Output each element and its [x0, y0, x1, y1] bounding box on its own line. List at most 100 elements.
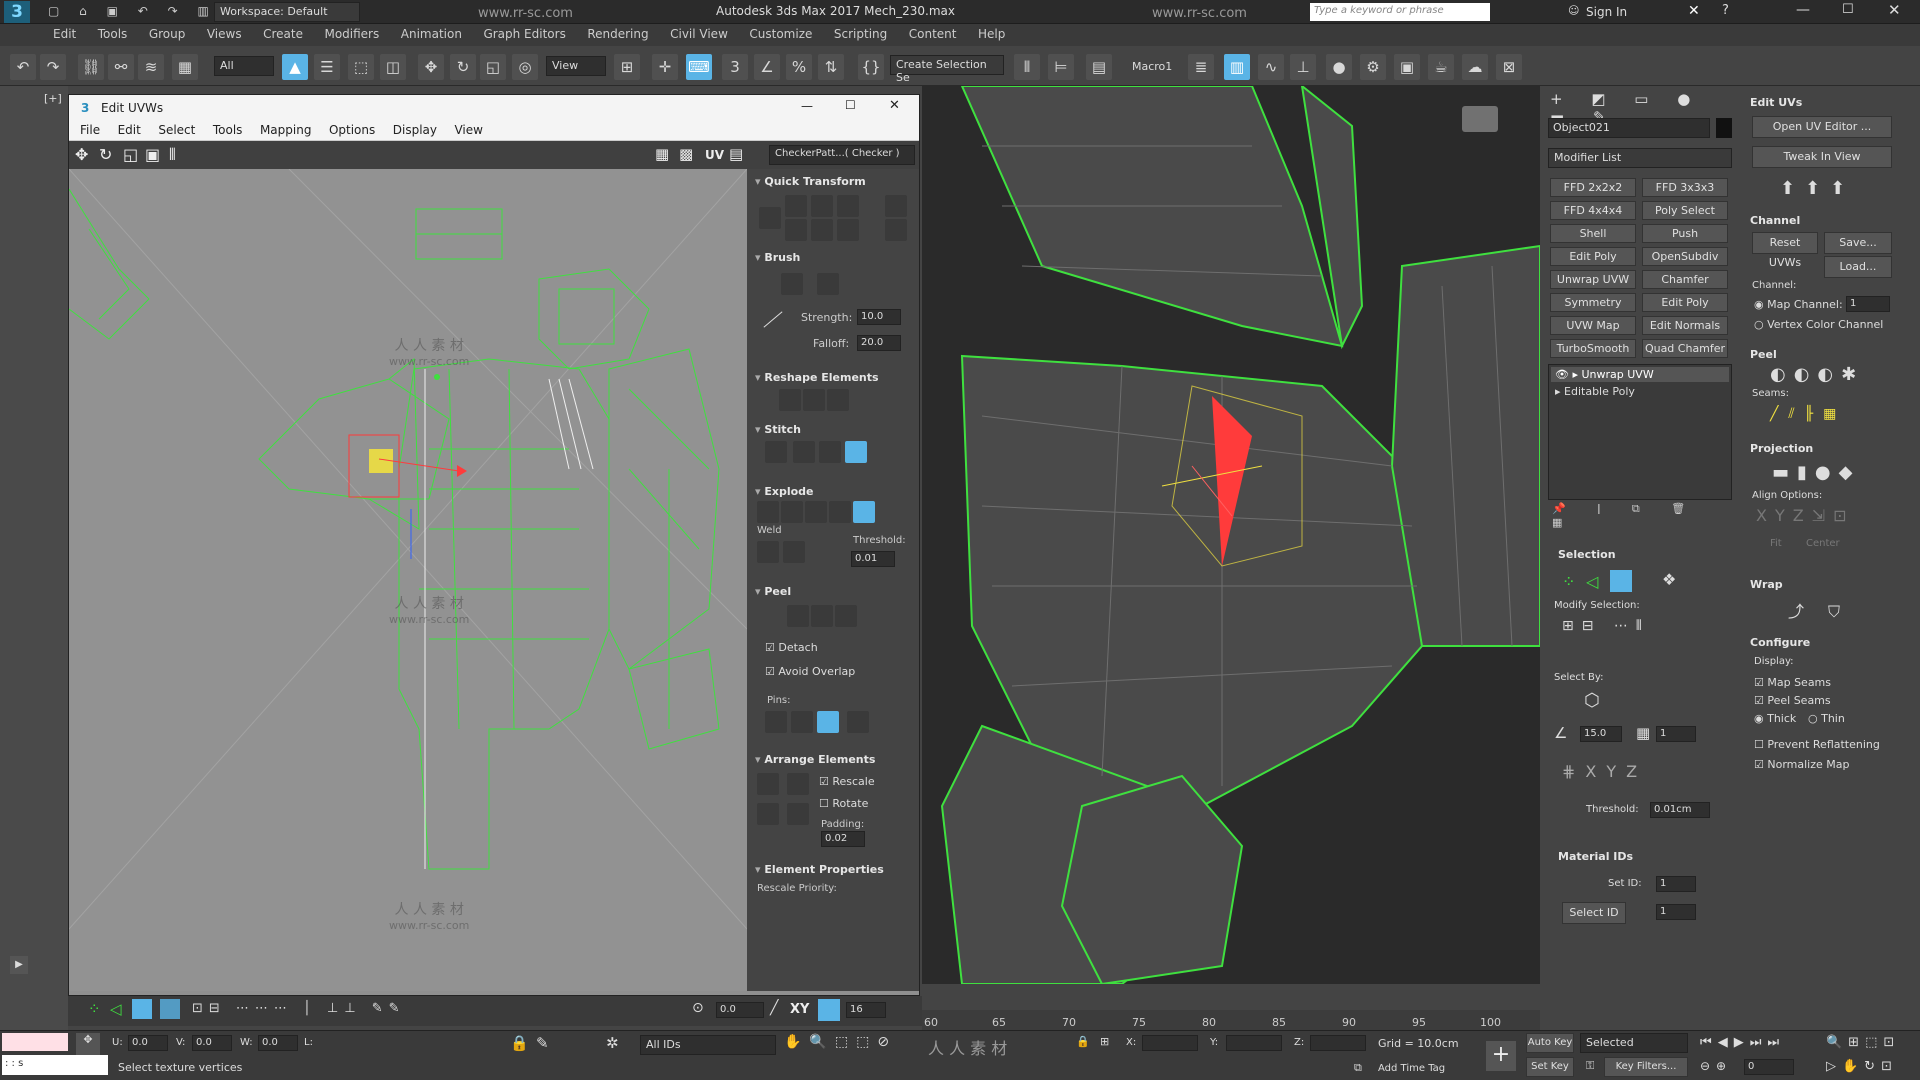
straighten-icon[interactable] [779, 389, 801, 411]
uv-close-button[interactable]: ✕ [889, 98, 900, 113]
material-ids-header[interactable]: Material IDs [1558, 850, 1633, 863]
modifier-list-dropdown[interactable]: Modifier List [1548, 148, 1732, 168]
uv-canvas[interactable]: 人 人 素 材 www.rr-sc.com 人 人 素 材 www.rr-sc.co… [69, 169, 747, 991]
align-horizontal-icon[interactable] [785, 195, 807, 217]
threshold-spinner-2[interactable]: 0.01cm [1650, 802, 1710, 818]
scene-explorer-icon[interactable]: ▤ [1086, 54, 1112, 80]
peel-header[interactable]: Peel [755, 585, 791, 598]
bind-spacewarp-icon[interactable]: ≋ [138, 54, 164, 80]
modifier-edit-normals-button[interactable]: Edit Normals [1642, 316, 1728, 335]
current-frame-spinner[interactable]: 0 [1744, 1059, 1794, 1075]
uv-mirror-icon[interactable]: ⫴ [169, 145, 176, 165]
break-icon[interactable] [757, 501, 779, 523]
viewcube-icon[interactable] [1462, 106, 1498, 132]
absolute-mode-icon[interactable]: ⊞ [1100, 1035, 1109, 1048]
xy-toggle[interactable]: XY [790, 1002, 809, 1017]
render-online-icon[interactable]: ☁ [1462, 54, 1488, 80]
key-mode-icon[interactable]: ⚿ [1586, 1059, 1594, 1073]
uv-value-spinner[interactable]: 0.0 [716, 1002, 764, 1018]
app-logo[interactable]: 3 [4, 1, 30, 23]
peel-seams-checkbox[interactable]: ☑ Peel Seams [1754, 694, 1831, 707]
padding-spinner[interactable]: 0.02 [821, 831, 865, 847]
set-id-spinner[interactable]: 1 [1656, 876, 1696, 892]
viewport-nav-icons-2[interactable]: ▷✋↻⊡ [1826, 1059, 1898, 1074]
uv-menu-view[interactable]: View [447, 121, 489, 139]
select-object-icon[interactable]: ▲ [282, 54, 308, 80]
uv-maximize-button[interactable]: ☐ [845, 98, 856, 112]
search-input[interactable]: Type a keyword or phrase [1310, 3, 1490, 21]
key-filters-button[interactable]: Key Filters... [1604, 1057, 1688, 1077]
layer-explorer-icon[interactable]: ≣ [1188, 54, 1214, 80]
add-key-icon[interactable]: + [1486, 1041, 1516, 1071]
rotate-icon[interactable]: ↻ [450, 54, 476, 80]
rotate-ccw-icon[interactable] [837, 219, 859, 241]
uv-menu-file[interactable]: File [73, 121, 107, 139]
modifier-edit-poly-button-2[interactable]: Edit Poly [1642, 293, 1728, 312]
fit-button[interactable]: Fit [1770, 538, 1782, 549]
align-axis-icons[interactable]: XYZ⇲⊡ [1756, 506, 1855, 525]
object-name-field[interactable]: Object021 [1548, 118, 1710, 138]
maximize-button[interactable]: ☐ [1842, 2, 1854, 17]
pack-normalize-icon[interactable] [787, 773, 809, 795]
flatten-by-smoothing-icon[interactable] [805, 501, 827, 523]
key-step-icons[interactable]: ⊖⊕ [1700, 1059, 1732, 1073]
stitch-header[interactable]: Stitch [755, 423, 801, 436]
pack-together-icon[interactable] [757, 803, 779, 825]
align-left-icon[interactable] [759, 207, 781, 229]
render-setup-icon[interactable]: ⚙ [1360, 54, 1386, 80]
pivot-icon[interactable]: ⊞ [614, 54, 640, 80]
projection-icons[interactable]: ▬▮●◆ [1772, 462, 1860, 483]
pack-custom-icon[interactable] [757, 773, 779, 795]
strength-spinner[interactable]: 10.0 [857, 309, 901, 325]
peel-icons[interactable]: ◐◐◐✱ [1770, 364, 1864, 385]
vertex-select-icon[interactable]: ⁘ [1562, 572, 1575, 591]
edit-uvs-header[interactable]: Edit UVs [1750, 96, 1802, 109]
script-field[interactable]: : : s [2, 1055, 108, 1075]
modifier-poly-select-button[interactable]: Poly Select [1642, 201, 1728, 220]
align-vertical-icon[interactable] [811, 195, 833, 217]
perspective-viewport[interactable] [922, 86, 1540, 984]
menu-scripting[interactable]: Scripting [825, 24, 896, 44]
vertex-color-channel-radio[interactable]: ○ Vertex Color Channel [1754, 318, 1883, 331]
modifier-ffd-2x2x2-button[interactable]: FFD 2x2x2 [1550, 178, 1636, 197]
unpin-icon[interactable] [791, 711, 813, 733]
select-id-button[interactable]: Select ID [1562, 902, 1626, 924]
create-selection-set-dropdown[interactable]: Create Selection Se [890, 55, 1004, 84]
viewport-nav-icons[interactable]: 🔍⊞⬚⊡ [1826, 1035, 1900, 1050]
rescale-checkbox[interactable]: ☑ Rescale [819, 775, 875, 788]
uv-scale-icon[interactable]: ◱ [123, 145, 138, 164]
uv-label[interactable]: UV [705, 148, 724, 162]
user-icon[interactable]: ☺ [1568, 4, 1579, 17]
link-icon[interactable]: ⛓ [78, 54, 104, 80]
element-properties-header[interactable]: Element Properties [755, 863, 883, 876]
edge-select-icon[interactable]: ◁ [1586, 572, 1598, 591]
grow-shrink-icons[interactable]: ⊞⊟ ⋯⫴ [1562, 618, 1650, 634]
quick-peel-icon[interactable] [787, 605, 809, 627]
add-time-tag-label[interactable]: Add Time Tag [1378, 1063, 1445, 1074]
selection-tools-icons[interactable]: ⊡⊟ ⋯⋯⋯ │ ⊥⊥ ✎✎ [192, 1001, 406, 1016]
modifier-unwrap-uvw-button[interactable]: Unwrap UVW [1550, 270, 1636, 289]
open-uv-editor-button[interactable]: Open UV Editor ... [1752, 116, 1892, 138]
pin-icon[interactable] [765, 711, 787, 733]
thin-radio[interactable]: ○ Thin [1808, 712, 1845, 725]
grid-snap-icon[interactable] [818, 999, 840, 1021]
select-id-spinner[interactable]: 1 [1656, 904, 1696, 920]
menu-edit[interactable]: Edit [44, 24, 85, 44]
stitch-custom-icon[interactable] [765, 441, 787, 463]
soft-selection-icon[interactable]: ⊙ [692, 1000, 704, 1016]
angle-spinner[interactable]: 15.0 [1580, 726, 1622, 742]
auto-key-button[interactable]: Auto Key [1526, 1033, 1574, 1053]
face-mode-icon[interactable] [132, 999, 152, 1019]
render-pane-icon[interactable]: ⊠ [1496, 54, 1522, 80]
help-icon[interactable]: ? [1722, 3, 1729, 18]
uv-freeform-icon[interactable]: ▣ [145, 145, 160, 164]
snaps-toggle-icon[interactable]: 3 [722, 54, 748, 80]
uv-grid-icon[interactable]: ▩ [679, 145, 693, 163]
menu-group[interactable]: Group [140, 24, 195, 44]
select-by-count-icon[interactable]: ▦ [1636, 724, 1650, 742]
schematic-view-icon[interactable]: ⊥ [1290, 54, 1316, 80]
stack-item-editable-poly[interactable]: ▸ Editable Poly [1551, 384, 1729, 399]
menu-animation[interactable]: Animation [392, 24, 471, 44]
scale-icon[interactable]: ◱ [480, 54, 506, 80]
w-spinner[interactable]: 0.0 [258, 1035, 298, 1051]
